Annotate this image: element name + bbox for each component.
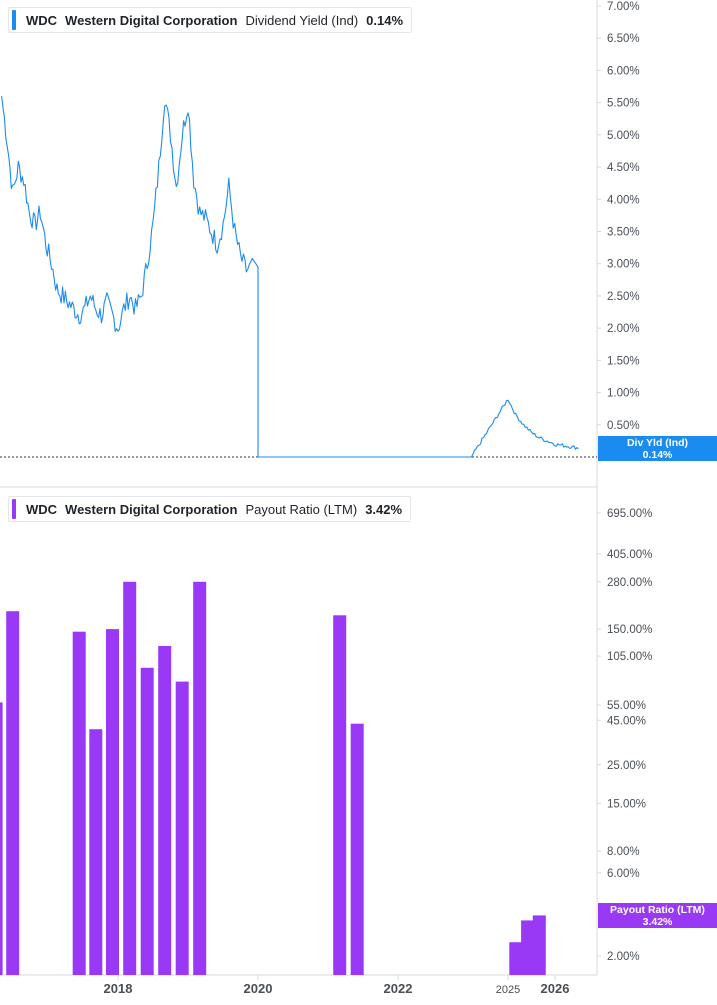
yield-swatch (12, 10, 16, 30)
y-tick-label: 2.00% (607, 951, 640, 963)
legend-company: Western Digital Corporation (65, 12, 238, 28)
y-tick-label: 150.00% (607, 624, 652, 636)
value-tag-label: Div Yld (Ind) (626, 437, 689, 449)
y-tick-label: 6.00% (607, 65, 640, 77)
y-tick-label: 1.50% (607, 355, 640, 367)
y-tick-label: 4.50% (607, 162, 640, 174)
payout-bar (123, 581, 137, 975)
payout-bar (175, 681, 189, 975)
payout-bar (89, 729, 103, 975)
legend-metric: Payout Ratio (LTM) (245, 501, 358, 517)
y-tick-label: 5.00% (607, 130, 640, 142)
value-tag-label: Payout Ratio (LTM) (610, 904, 705, 916)
y-tick-label: 0.50% (607, 420, 640, 432)
y-tick-label: 2.50% (607, 291, 640, 303)
y-tick-label: 280.00% (607, 577, 652, 589)
x-tick-label: 2026 (541, 981, 570, 996)
y-tick-label: 405.00% (607, 549, 652, 561)
y-tick-label: 55.00% (607, 700, 646, 712)
payout-bar (509, 942, 523, 975)
y-tick-label: 5.50% (607, 98, 640, 110)
payout-bar (0, 702, 3, 975)
y-tick-label: 3.50% (607, 227, 640, 239)
dividend-yield-value-tag: Div Yld (Ind) 0.14% (598, 436, 717, 461)
dividend-yield-legend[interactable]: WDC Western Digital Corporation Dividend… (8, 7, 413, 33)
payout-ratio-value-tag: Payout Ratio (LTM) 3.42% (598, 903, 717, 928)
payout-bar (521, 920, 535, 975)
y-tick-label: 105.00% (607, 651, 652, 663)
payout-bar (350, 723, 364, 975)
legend-ticker: WDC (26, 12, 58, 28)
payout-swatch (12, 499, 16, 519)
legend-value: 0.14% (366, 12, 404, 28)
payout-bar (6, 611, 20, 975)
y-tick-label: 6.00% (607, 868, 640, 880)
legend-metric: Dividend Yield (Ind) (245, 12, 359, 28)
x-tick-label: 2022 (384, 981, 413, 996)
x-tick-label: 2025 (496, 984, 520, 996)
y-tick-label: 3.00% (607, 259, 640, 271)
y-tick-label: 15.00% (607, 798, 646, 810)
legend-company: Western Digital Corporation (65, 501, 238, 517)
payout-bar (333, 615, 347, 975)
payout-bar (106, 629, 119, 975)
legend-ticker: WDC (26, 501, 58, 517)
payout-ratio-legend[interactable]: WDC Western Digital Corporation Payout R… (8, 496, 412, 522)
dividend-yield-line (1, 96, 579, 458)
payout-bar (158, 646, 172, 975)
payout-bar (532, 915, 546, 975)
x-tick-label: 2020 (244, 981, 273, 996)
payout-bar (140, 667, 154, 975)
value-tag-value: 0.14% (642, 449, 673, 461)
y-tick-label: 695.00% (607, 508, 652, 520)
y-tick-label: 4.00% (607, 194, 640, 206)
payout-bar (72, 631, 86, 975)
y-tick-label: 1.00% (607, 388, 640, 400)
y-tick-label: 2.00% (607, 323, 640, 335)
y-tick-label: 8.00% (607, 846, 640, 858)
y-tick-label: 6.50% (607, 33, 640, 45)
value-tag-value: 3.42% (642, 916, 673, 928)
payout-bar (193, 581, 207, 975)
x-tick-label: 2018 (104, 981, 133, 996)
y-tick-label: 7.00% (607, 1, 640, 13)
y-tick-label: 45.00% (607, 715, 646, 727)
legend-value: 3.42% (365, 501, 403, 517)
y-tick-label: 25.00% (607, 760, 646, 772)
